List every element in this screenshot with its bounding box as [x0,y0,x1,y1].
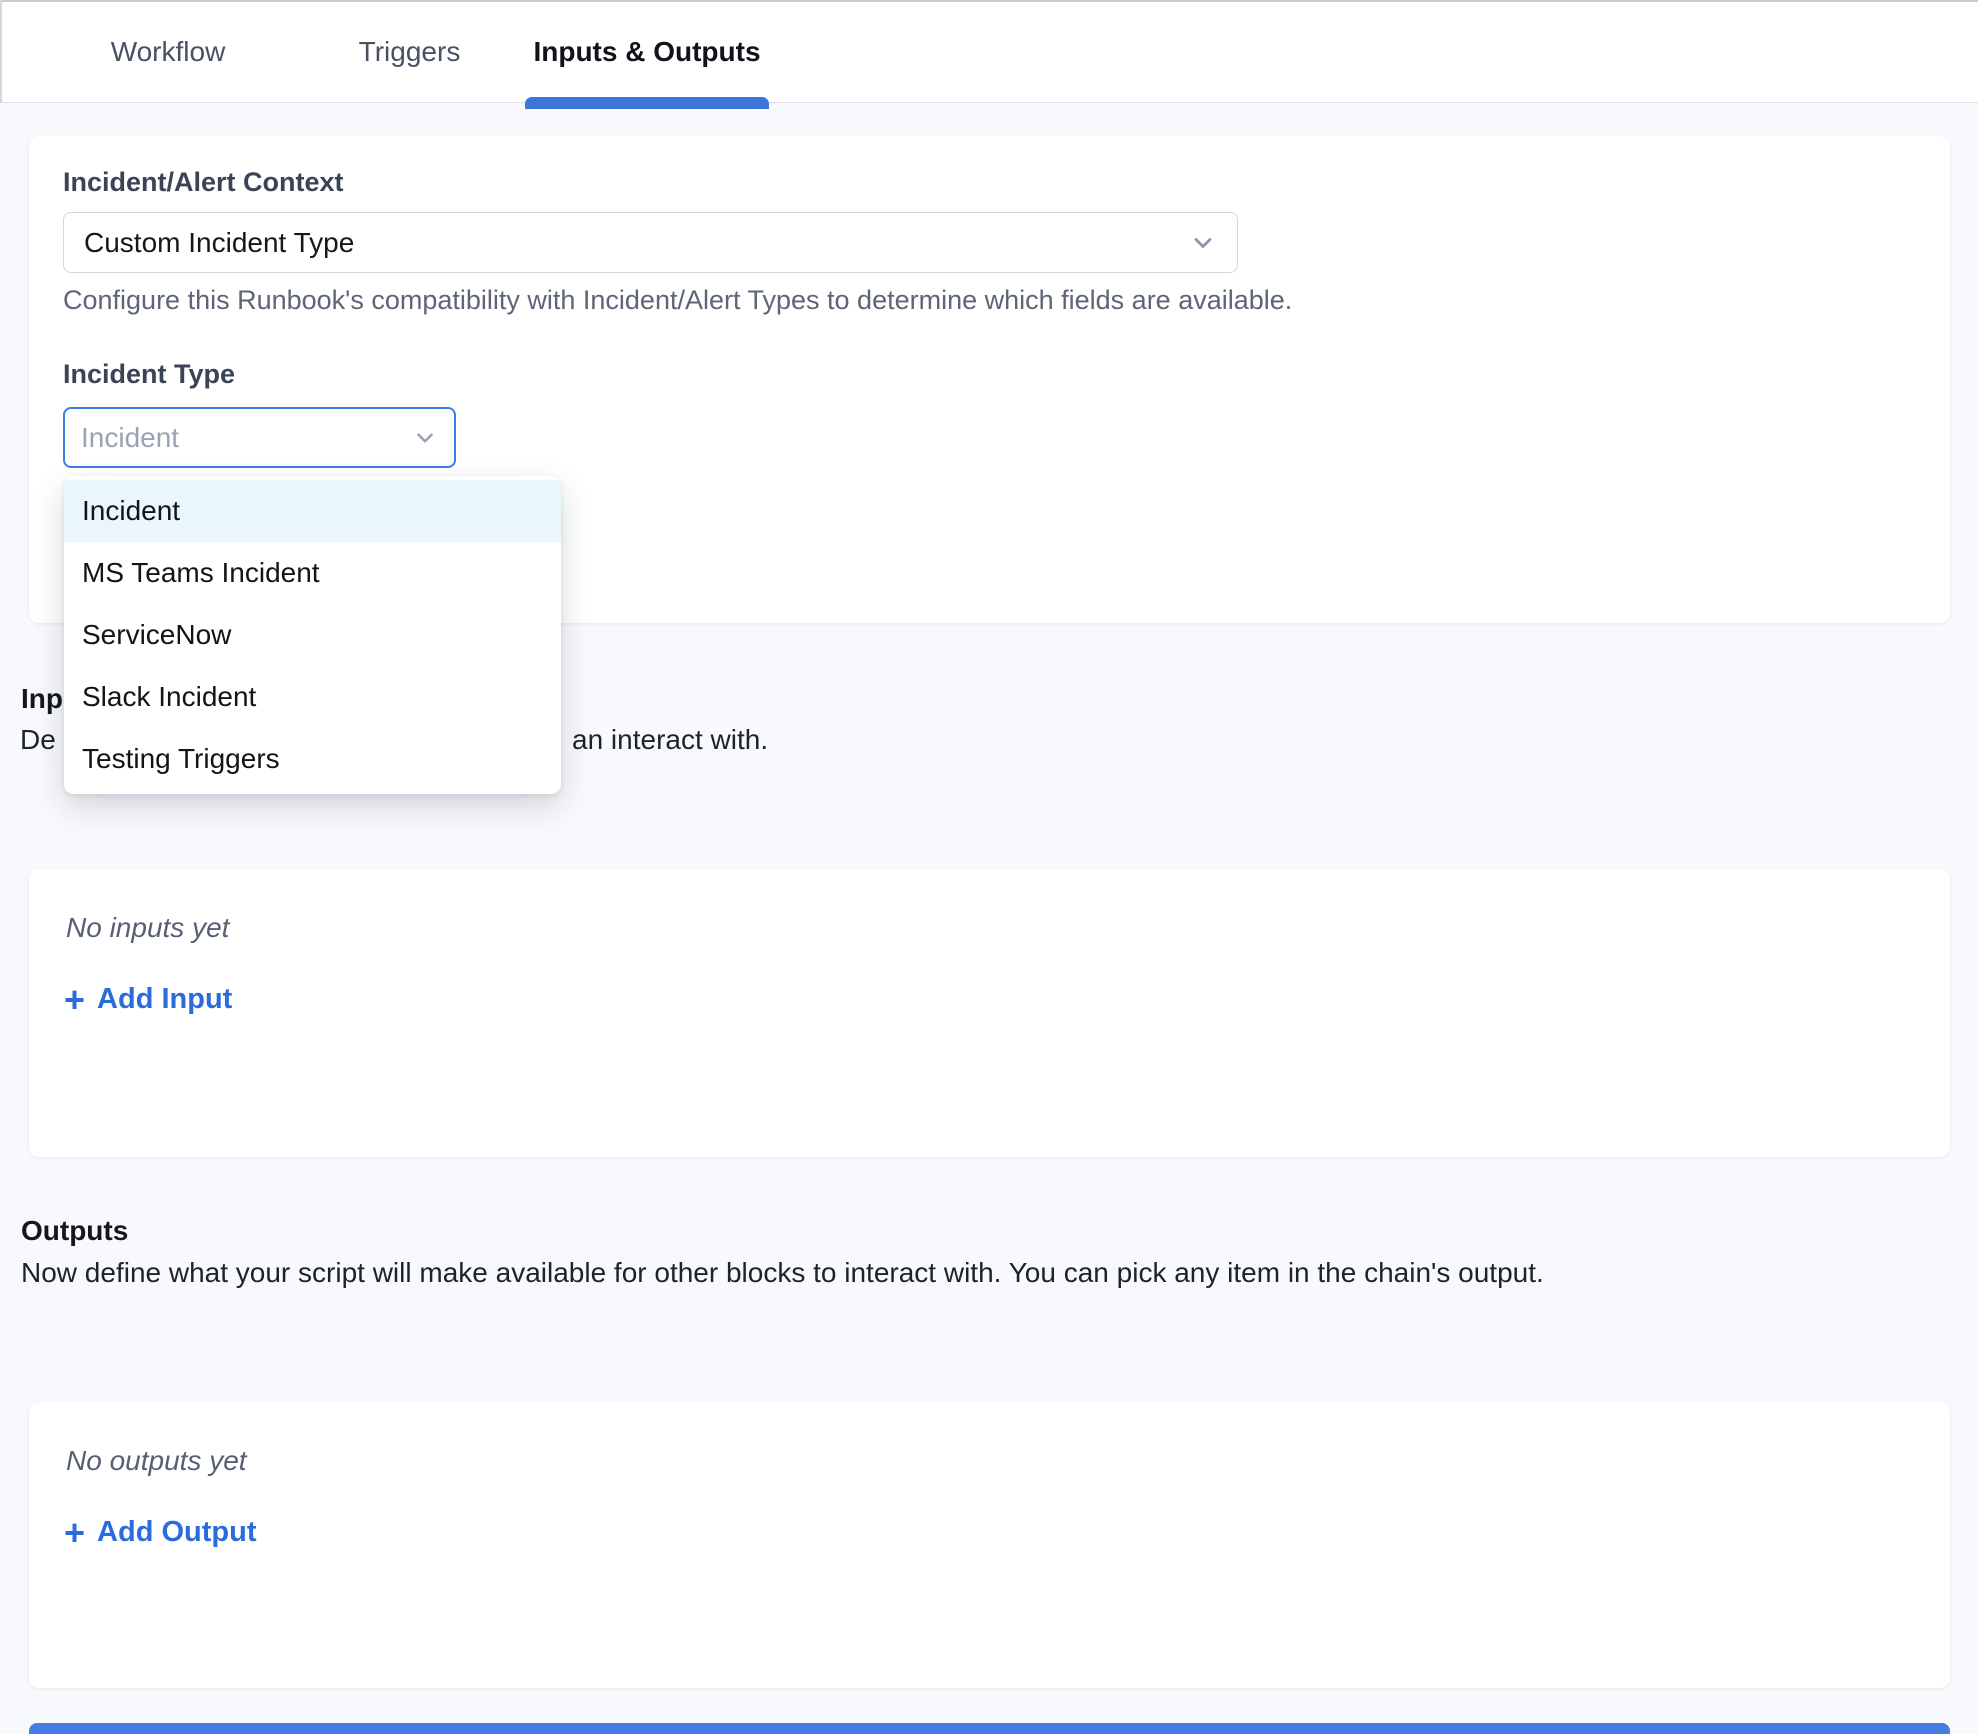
dropdown-option-slack-incident[interactable]: Slack Incident [64,666,561,728]
dropdown-option-testing-triggers[interactable]: Testing Triggers [64,728,561,790]
chevron-down-icon [412,425,438,451]
add-input-label: Add Input [97,983,232,1016]
incident-type-combobox[interactable]: Incident [63,407,456,468]
incident-alert-context-select[interactable]: Custom Incident Type [63,212,1238,273]
tab-workflow[interactable]: Workflow [86,2,250,102]
inputs-section-description-right: an interact with. [572,723,768,756]
chevron-down-icon [1189,229,1217,257]
bottom-blue-bar[interactable] [29,1723,1950,1734]
add-output-button[interactable]: + Add Output [64,1516,256,1549]
add-input-button[interactable]: + Add Input [64,983,232,1016]
outputs-empty-state: No outputs yet [66,1445,247,1477]
incident-alert-context-value: Custom Incident Type [84,227,354,259]
add-output-label: Add Output [97,1516,256,1549]
incident-type-dropdown-menu: Incident MS Teams Incident ServiceNow Sl… [64,476,561,794]
outputs-card: No outputs yet + Add Output [29,1402,1950,1688]
outputs-section-description: Now define what your script will make av… [21,1256,1544,1289]
incident-alert-context-label: Incident/Alert Context [63,166,344,198]
context-help-text: Configure this Runbook's compatibility w… [63,284,1292,316]
incident-type-placeholder: Incident [81,422,179,454]
tab-triggers[interactable]: Triggers [332,2,487,102]
plus-icon: + [64,1518,85,1548]
dropdown-option-servicenow[interactable]: ServiceNow [64,604,561,666]
tab-inputs-outputs[interactable]: Inputs & Outputs [525,2,769,102]
inputs-section-description-left: De [20,723,56,756]
dropdown-option-ms-teams-incident[interactable]: MS Teams Incident [64,542,561,604]
plus-icon: + [64,985,85,1015]
tab-bar: Workflow Triggers Inputs & Outputs [0,0,1978,103]
inputs-section-heading: Inp [21,682,63,715]
outputs-section-heading: Outputs [21,1214,128,1247]
inputs-empty-state: No inputs yet [66,912,229,944]
dropdown-option-incident[interactable]: Incident [64,480,561,542]
incident-type-label: Incident Type [63,358,235,390]
inputs-card: No inputs yet + Add Input [29,869,1950,1157]
